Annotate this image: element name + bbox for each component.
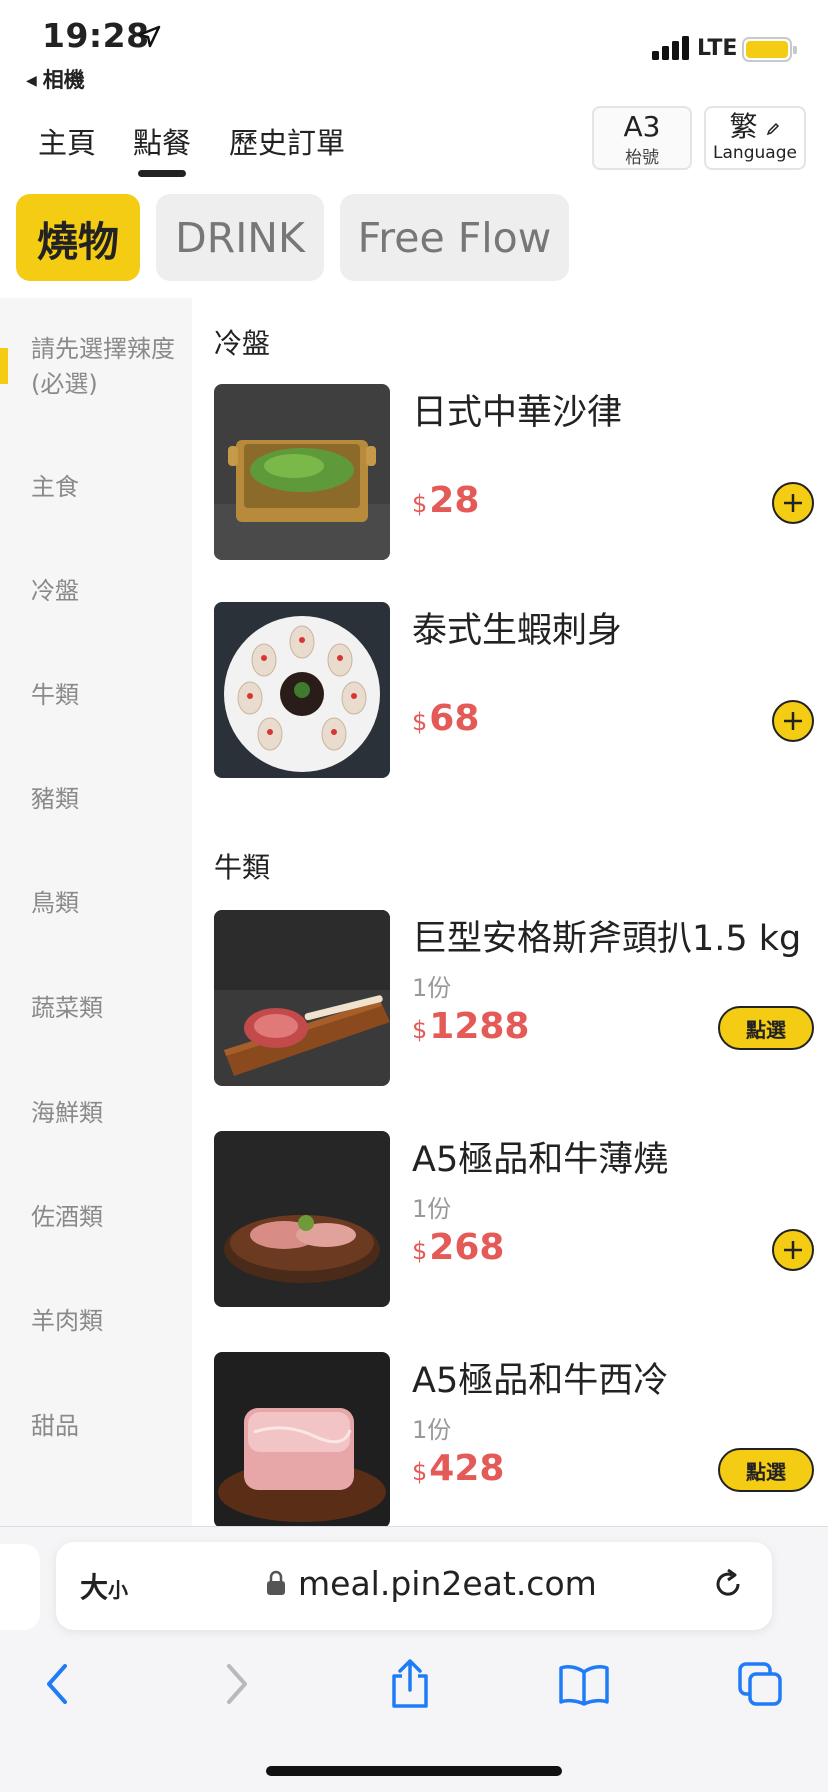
tabs-icon — [738, 1662, 782, 1706]
language-label: Language — [713, 143, 797, 163]
sidebar-item-poultry[interactable]: 鳥類 — [31, 886, 181, 921]
back-button[interactable] — [28, 1656, 88, 1712]
section-title-beef: 牛類 — [214, 851, 271, 884]
chevron-right-icon — [227, 1664, 247, 1704]
back-to-app-link[interactable]: ◀ 相機 — [26, 64, 85, 94]
sidebar-item-spice-level[interactable]: 請先選擇辣度(必選) — [31, 332, 181, 402]
dish-name: A5極品和牛薄燒 — [412, 1140, 669, 1180]
plus-icon — [784, 712, 802, 730]
add-to-cart-button[interactable] — [772, 1229, 814, 1271]
dish-quantity: 1份 — [412, 1195, 452, 1223]
sidebar-item-pork[interactable]: 豬類 — [31, 782, 181, 817]
dish-name: 泰式生蝦刺身 — [412, 611, 623, 651]
chevron-left-icon — [47, 1664, 67, 1704]
menu-item: A5極品和牛薄燒 1份 $268 — [214, 1131, 814, 1307]
sidebar-item-snacks[interactable]: 佐酒類 — [31, 1200, 181, 1235]
bookmarks-button[interactable] — [554, 1656, 614, 1712]
back-triangle-icon: ◀ — [26, 73, 37, 89]
dish-image-a5-wagyu-sirloin[interactable] — [214, 1352, 390, 1526]
cellular-signal-icon — [652, 36, 689, 60]
battery-icon — [742, 37, 797, 62]
dish-image-tomahawk-steak[interactable] — [214, 910, 390, 1086]
dish-price: $268 — [412, 1227, 505, 1268]
dish-price: $428 — [412, 1448, 505, 1489]
dish-price: $28 — [412, 480, 480, 521]
language-code: 繁 — [729, 110, 758, 143]
dish-image-thai-shrimp-sashimi[interactable] — [214, 602, 390, 778]
plus-icon — [784, 1241, 802, 1259]
sidebar-item-seafood[interactable]: 海鮮類 — [31, 1096, 181, 1131]
url-text: meal.pin2eat.com — [298, 1564, 597, 1603]
menu-item: 巨型安格斯斧頭扒1.5 kg 1份 $1288 點選 — [214, 910, 814, 1086]
sidebar-item-beef[interactable]: 牛類 — [31, 678, 181, 713]
share-icon — [392, 1659, 428, 1708]
sidebar-item-vegetables[interactable]: 蔬菜類 — [31, 991, 181, 1026]
location-arrow-icon — [137, 25, 161, 48]
network-type: LTE — [697, 36, 738, 61]
menu-item: 泰式生蝦刺身 $68 — [214, 602, 814, 778]
dish-name: 巨型安格斯斧頭扒1.5 kg — [412, 919, 802, 959]
menu-item: A5極品和牛西冷 1份 $428 點選 — [214, 1352, 814, 1526]
address-bar[interactable]: 大小 meal.pin2eat.com — [56, 1542, 772, 1630]
reload-icon[interactable] — [710, 1566, 746, 1602]
plus-icon — [784, 494, 802, 512]
add-to-cart-button[interactable] — [772, 482, 814, 524]
section-title-cold-dishes: 冷盤 — [214, 327, 271, 360]
forward-button[interactable] — [206, 1656, 266, 1712]
dish-quantity: 1份 — [412, 1416, 452, 1444]
menu-item: 日式中華沙律 $28 — [214, 384, 814, 560]
text-size-button[interactable]: 大小 — [80, 1566, 128, 1606]
table-number-button[interactable]: A3 枱號 — [592, 106, 692, 170]
dish-image-seaweed-salad[interactable] — [214, 384, 390, 560]
add-to-cart-button[interactable] — [772, 700, 814, 742]
category-chip-drink[interactable]: DRINK — [156, 194, 324, 281]
home-indicator — [266, 1766, 562, 1776]
dish-price: $68 — [412, 698, 480, 739]
category-chip-grill[interactable]: 燒物 — [16, 194, 140, 281]
sidebar-item-lamb[interactable]: 羊肉類 — [31, 1304, 181, 1339]
clock: 19:28 — [42, 16, 150, 55]
share-button[interactable] — [380, 1656, 440, 1712]
status-bar: 19:28 ◀ 相機 LTE — [0, 0, 828, 100]
book-icon — [559, 1665, 609, 1706]
dish-image-a5-wagyu-thin[interactable] — [214, 1131, 390, 1307]
back-app-label: 相機 — [42, 68, 85, 92]
dish-name: 日式中華沙律 — [412, 393, 623, 433]
select-option-button[interactable]: 點選 — [718, 1006, 814, 1050]
table-code: A3 — [623, 110, 661, 143]
page: 19:28 ◀ 相機 LTE 主頁 點餐 歷史訂單 A3 枱號 繁 Langua… — [0, 0, 828, 1792]
tab-home[interactable]: 主頁 — [38, 120, 96, 162]
sidebar-item-staple[interactable]: 主食 — [31, 470, 181, 505]
lock-icon — [267, 1570, 285, 1595]
table-label: 枱號 — [625, 148, 659, 168]
language-button[interactable]: 繁 Language — [704, 106, 806, 170]
category-chip-free-flow[interactable]: Free Flow — [340, 194, 569, 281]
dish-price: $1288 — [412, 1006, 530, 1047]
dish-name: A5極品和牛西冷 — [412, 1361, 669, 1401]
tab-order-history[interactable]: 歷史訂單 — [229, 120, 345, 162]
sidebar-item-dessert[interactable]: 甜品 — [31, 1409, 181, 1444]
sidebar-item-cold-dishes[interactable]: 冷盤 — [31, 574, 181, 609]
sidebar-active-marker — [0, 348, 8, 384]
previous-tab-preview[interactable] — [0, 1544, 40, 1630]
pencil-icon — [767, 122, 780, 136]
tabs-button[interactable] — [730, 1656, 790, 1712]
category-sidebar: 請先選擇辣度(必選) 主食 冷盤 牛類 豬類 鳥類 蔬菜類 海鮮類 佐酒類 羊肉… — [0, 298, 192, 1526]
select-option-button[interactable]: 點選 — [718, 1448, 814, 1492]
tab-order[interactable]: 點餐 — [133, 120, 191, 177]
dish-quantity: 1份 — [412, 974, 452, 1002]
